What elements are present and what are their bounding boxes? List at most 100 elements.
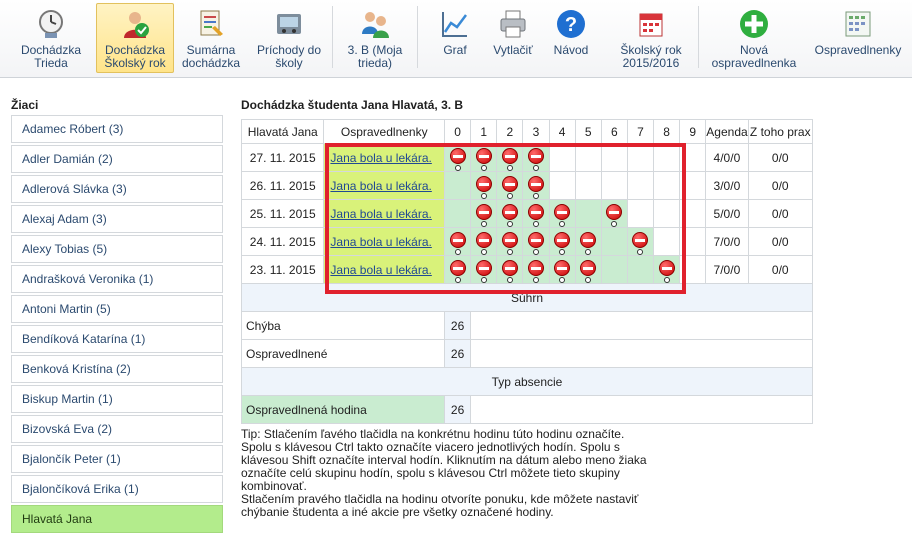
hour-cell-absent[interactable]: [600, 199, 628, 228]
excuse-link[interactable]: Jana bola u lekára.: [330, 263, 431, 277]
hour-cell-absent[interactable]: [496, 171, 524, 200]
hour-cell-absent[interactable]: [522, 143, 550, 172]
row-date[interactable]: 25. 11. 2015: [240, 199, 325, 228]
student-list-item[interactable]: Adamec Róbert (3): [11, 115, 223, 143]
add-icon: [740, 10, 768, 38]
hour-cell[interactable]: [653, 143, 681, 172]
hour-cell[interactable]: [653, 171, 681, 200]
row-practice: 0/0: [747, 199, 814, 228]
student-list-item[interactable]: Bjalončík Peter (1): [11, 445, 223, 473]
hour-cell-absent[interactable]: [548, 227, 576, 256]
toolbar-attendance-schoolyear-button[interactable]: Dochádzka Školský rok: [96, 3, 174, 73]
student-list-item[interactable]: Alexy Tobias (5): [11, 235, 223, 263]
hour-cell[interactable]: [626, 171, 655, 200]
tip-paragraph: Stlačením pravého tlačidla na hodinu otv…: [241, 492, 639, 519]
student-list-item[interactable]: Adler Damián (2): [11, 145, 223, 173]
hour-cell[interactable]: [600, 227, 628, 256]
row-date[interactable]: 26. 11. 2015: [240, 171, 325, 200]
excuse-list-icon: [845, 11, 871, 37]
student-list-item[interactable]: Alexaj Adam (3): [11, 205, 223, 233]
toolbar-my-class-button[interactable]: 3. B (Moja trieda): [338, 3, 412, 73]
toolbar-attendance-class-button[interactable]: Dochádzka Trieda: [12, 3, 90, 73]
hour-cell-absent[interactable]: [574, 227, 602, 256]
student-list-item[interactable]: Bendíková Katarína (1): [11, 325, 223, 353]
hour-cell[interactable]: [548, 171, 576, 200]
toolbar-chart-button[interactable]: Graf: [424, 3, 486, 73]
hour-cell[interactable]: [574, 199, 602, 228]
toolbar-help-button[interactable]: ? Návod: [546, 3, 596, 73]
group-icon: [362, 12, 389, 38]
hour-cell[interactable]: [600, 171, 628, 200]
student-list-item[interactable]: Antoni Martin (5): [11, 295, 223, 323]
row-date[interactable]: 24. 11. 2015: [240, 227, 325, 256]
student-list-item[interactable]: Bizovská Eva (2): [11, 415, 223, 443]
hour-cell[interactable]: [444, 199, 472, 228]
hour-cell-absent[interactable]: [444, 227, 472, 256]
hour-cell-absent[interactable]: [496, 143, 524, 172]
student-list-item[interactable]: Bjalončíková Erika (1): [11, 475, 223, 503]
hour-cell-absent[interactable]: [470, 171, 498, 200]
attendance-row: 24. 11. 2015 Jana bola u lekára. 7/0/0 0/0: [240, 227, 814, 256]
student-list-item[interactable]: Andrašková Veronika (1): [11, 265, 223, 293]
row-date[interactable]: 27. 11. 2015: [240, 143, 325, 172]
hour-cell-absent[interactable]: [548, 255, 576, 284]
student-list-item[interactable]: Hlavatá Jana: [11, 505, 223, 533]
excuse-link[interactable]: Jana bola u lekára.: [330, 235, 431, 249]
header-student-name[interactable]: Hlavatá Jana: [240, 119, 325, 144]
toolbar-print-button[interactable]: Vytlačiť: [488, 3, 538, 73]
hour-cell-absent[interactable]: [548, 199, 576, 228]
svg-text:?: ?: [565, 14, 577, 36]
student-list-item[interactable]: Biskup Martin (1): [11, 385, 223, 413]
hour-cell-absent[interactable]: [522, 199, 550, 228]
hour-cell-absent[interactable]: [522, 227, 550, 256]
hour-cell[interactable]: [574, 143, 602, 172]
hour-cell-absent[interactable]: [653, 255, 681, 284]
user-check-icon: [124, 12, 149, 38]
hour-cell-absent[interactable]: [444, 255, 472, 284]
excuse-link[interactable]: Jana bola u lekára.: [330, 151, 431, 165]
toolbar-new-excuse-button[interactable]: Nová ospravedlnenka: [704, 3, 804, 73]
hour-cell[interactable]: [679, 199, 707, 228]
hour-cell-absent[interactable]: [496, 255, 524, 284]
hour-cell-absent[interactable]: [470, 199, 498, 228]
toolbar-excuses-button[interactable]: Ospravedlnenky: [808, 3, 908, 73]
hour-cell[interactable]: [679, 143, 707, 172]
excuse-link[interactable]: Jana bola u lekára.: [330, 179, 431, 193]
hour-cell-absent[interactable]: [470, 255, 498, 284]
hour-cell-absent[interactable]: [470, 227, 498, 256]
student-list-item[interactable]: Benková Kristína (2): [11, 355, 223, 383]
hour-cell-absent[interactable]: [496, 227, 524, 256]
student-list-item[interactable]: Adlerová Slávka (3): [11, 175, 223, 203]
hour-cell-absent[interactable]: [470, 143, 498, 172]
hour-cell[interactable]: [679, 227, 707, 256]
hour-cell[interactable]: [626, 143, 655, 172]
hour-cell[interactable]: [653, 227, 681, 256]
hour-cell[interactable]: [444, 171, 472, 200]
toolbar-summary-attendance-button[interactable]: Sumárna dochádzka: [178, 3, 244, 73]
hour-cell[interactable]: [626, 199, 655, 228]
hour-cell-absent[interactable]: [444, 143, 472, 172]
absence-icon: [632, 230, 649, 255]
hour-cell[interactable]: [600, 143, 628, 172]
hour-cell[interactable]: [679, 255, 707, 284]
hour-cell[interactable]: [600, 255, 628, 284]
hour-cell-absent[interactable]: [522, 255, 550, 284]
hour-cell[interactable]: [679, 171, 707, 200]
hour-cell-absent[interactable]: [574, 255, 602, 284]
excuse-link[interactable]: Jana bola u lekára.: [330, 207, 431, 221]
row-date[interactable]: 23. 11. 2015: [240, 255, 325, 284]
hour-cell[interactable]: [626, 255, 655, 284]
header-hour-6: 6: [600, 119, 628, 144]
attendance-row: 26. 11. 2015 Jana bola u lekára. 3/0/0 0/0: [240, 171, 814, 200]
toolbar-school-year-button[interactable]: Školský rok 2015/2016: [612, 3, 690, 73]
hour-cell-absent[interactable]: [626, 227, 655, 256]
row-practice: 0/0: [747, 255, 814, 284]
sidebar-title: Žiaci: [11, 98, 39, 112]
hour-cell-absent[interactable]: [496, 199, 524, 228]
hour-cell-absent[interactable]: [522, 171, 550, 200]
hour-cell[interactable]: [548, 143, 576, 172]
hour-cell[interactable]: [574, 171, 602, 200]
toolbar-arrivals-button[interactable]: Príchody do školy: [250, 3, 328, 73]
row-practice: 0/0: [747, 143, 814, 172]
hour-cell[interactable]: [653, 199, 681, 228]
